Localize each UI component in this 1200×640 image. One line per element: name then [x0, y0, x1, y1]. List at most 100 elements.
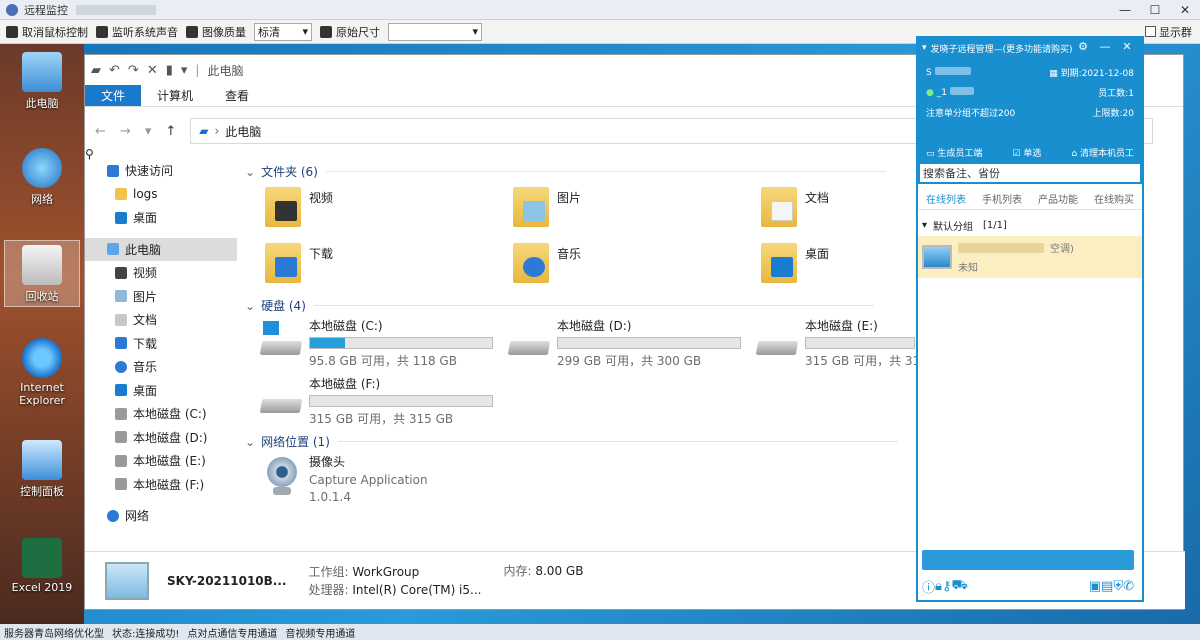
- panel-close-button[interactable]: ✕: [1116, 40, 1138, 53]
- drive-e[interactable]: 本地磁盘 (E:) 315 GB 可用，共 31: [755, 317, 920, 369]
- section-drives[interactable]: ⌄ 硬盘 (4): [245, 297, 874, 314]
- nav-videos[interactable]: 视频: [85, 261, 237, 285]
- panel-minimize-button[interactable]: —: [1094, 40, 1116, 53]
- minimize-button[interactable]: —: [1110, 0, 1140, 20]
- desktop-icon: [115, 384, 127, 397]
- content-area: ⌄ 文件夹 (6) 视频 图片 文档 下载 音乐 桌面 ⌄ 硬盘 (4) 本地磁…: [241, 155, 921, 555]
- clear-employees-button[interactable]: ⌂ 清理本机员工: [1071, 146, 1134, 159]
- drive-c[interactable]: 本地磁盘 (C:) 95.8 GB 可用，共 118 GB: [259, 317, 493, 369]
- undo-icon[interactable]: ↶: [109, 63, 120, 78]
- back-icon[interactable]: ←: [95, 124, 106, 139]
- lock-icon[interactable]: 🔒︎: [935, 579, 942, 594]
- tab-view[interactable]: 查看: [209, 85, 265, 106]
- nav-drive-d[interactable]: 本地磁盘 (D:): [85, 426, 237, 450]
- original-size-label: 原始尺寸: [320, 24, 380, 40]
- phone-icon[interactable]: ✆: [1123, 579, 1134, 594]
- show-tray-checkbox[interactable]: 显示群: [1145, 24, 1192, 40]
- drive-icon: [259, 321, 303, 355]
- navigation-pane: 快速访问 logs 桌面 此电脑 视频 图片 文档 下载 音乐 桌面 本地磁盘 …: [85, 155, 237, 555]
- network-icon: [22, 148, 62, 188]
- maximize-button[interactable]: ☐: [1140, 0, 1170, 20]
- panel-logo-icon: ▾: [922, 43, 927, 53]
- section-folders[interactable]: ⌄ 文件夹 (6): [245, 163, 886, 180]
- folder-videos[interactable]: 视频: [265, 187, 333, 227]
- nav-documents[interactable]: 文档: [85, 308, 237, 332]
- desktop-icon-recycle-bin[interactable]: 回收站: [4, 240, 80, 307]
- desktop-icon-control-panel[interactable]: 控制面板: [4, 440, 80, 499]
- nav-desktop[interactable]: 桌面: [85, 379, 237, 403]
- expire-date: 到期:2021-12-08: [1060, 68, 1134, 79]
- nav-pictures[interactable]: 图片: [85, 285, 237, 309]
- up-icon[interactable]: ↑: [165, 124, 176, 139]
- save-icon[interactable]: ▣: [1089, 579, 1101, 594]
- image-quality-select[interactable]: 标清 ▾: [254, 22, 312, 41]
- tab-online-purchase[interactable]: 在线购买: [1094, 191, 1134, 206]
- properties-icon[interactable]: ▮: [166, 63, 173, 78]
- nav-downloads[interactable]: 下载: [85, 332, 237, 356]
- release-mouse-button[interactable]: 取消鼠标控制: [6, 24, 88, 40]
- remote-window-title: 远程监控: [24, 3, 68, 17]
- info-icon[interactable]: ⓘ: [922, 577, 935, 596]
- single-select-button[interactable]: ☑ 单选: [1012, 146, 1041, 159]
- close-button[interactable]: ✕: [1170, 0, 1200, 20]
- user-name: S: [926, 66, 971, 78]
- device-row[interactable]: 空调) 未知: [918, 236, 1142, 278]
- delete-icon[interactable]: ✕: [147, 63, 158, 78]
- monitor-sound-button[interactable]: 监听系统声音: [96, 24, 178, 40]
- original-size-select[interactable]: ▾: [388, 22, 482, 41]
- folder-pictures[interactable]: 图片: [513, 187, 581, 227]
- panel-title-bar: ▾ 发晓子远程管理—(更多功能请购买) ⚙ — ✕: [918, 38, 1142, 58]
- nav-drive-c[interactable]: 本地磁盘 (C:): [85, 402, 237, 426]
- desktop-icon-ie[interactable]: Internet Explorer: [4, 338, 80, 407]
- panel-title: 发晓子远程管理—(更多功能请购买): [930, 44, 1073, 55]
- key-icon[interactable]: ⚷: [942, 579, 952, 594]
- nav-quick-access[interactable]: 快速访问: [85, 159, 237, 183]
- network-camera[interactable]: 摄像头 Capture Application 1.0.1.4: [261, 453, 428, 504]
- pc-small-icon: ▰: [91, 62, 101, 78]
- tab-mobile-list[interactable]: 手机列表: [982, 191, 1022, 206]
- nav-desktop-quick[interactable]: 桌面: [85, 206, 237, 230]
- resize-icon: [320, 25, 332, 38]
- excel-icon: [22, 538, 62, 578]
- nav-this-pc[interactable]: 此电脑: [85, 237, 237, 261]
- folder-music[interactable]: 音乐: [513, 243, 581, 283]
- folder-icon: [761, 187, 797, 227]
- folder-icon: [513, 187, 549, 227]
- customize-qa-icon[interactable]: ▾: [181, 63, 188, 78]
- nav-drive-f[interactable]: 本地磁盘 (F:): [85, 473, 237, 497]
- desktop-icon-this-pc[interactable]: 此电脑: [4, 52, 80, 111]
- drive-d[interactable]: 本地磁盘 (D:) 299 GB 可用，共 300 GB: [507, 317, 741, 369]
- folder-downloads[interactable]: 下载: [265, 243, 333, 283]
- redo-icon[interactable]: ↷: [128, 63, 139, 78]
- tab-product-features[interactable]: 产品功能: [1038, 191, 1078, 206]
- generate-client-button[interactable]: ▭ 生成员工端: [926, 146, 982, 159]
- remote-manager-panel: ▾ 发晓子远程管理—(更多功能请购买) ⚙ — ✕ S ▦ 到期:2021-12…: [916, 36, 1144, 602]
- remote-app-icon: [6, 3, 18, 16]
- nav-network[interactable]: 网络: [85, 504, 237, 528]
- section-network[interactable]: ⌄ 网络位置 (1): [245, 433, 898, 450]
- user-id: ● _1: [926, 86, 974, 98]
- nav-music[interactable]: 音乐: [85, 355, 237, 379]
- folder-icon: [115, 188, 127, 201]
- default-group[interactable]: ▾ 默认分组 [1/1]: [918, 214, 1142, 236]
- recent-icon[interactable]: ▾: [145, 124, 152, 139]
- panel-message-bar[interactable]: [922, 550, 1134, 570]
- shield-icon[interactable]: ⛨: [1113, 579, 1123, 594]
- folder-desktop[interactable]: 桌面: [761, 243, 829, 283]
- tab-online-list[interactable]: 在线列表: [926, 191, 966, 206]
- tab-computer[interactable]: 计算机: [141, 85, 209, 106]
- forward-icon[interactable]: →: [120, 124, 131, 139]
- desktop-icon-network[interactable]: 网络: [4, 148, 80, 207]
- chevron-down-icon: ⌄: [245, 434, 256, 449]
- gear-icon[interactable]: ⚙: [1072, 40, 1094, 53]
- nav-logs[interactable]: logs: [85, 183, 237, 207]
- card-icon[interactable]: ▤: [1101, 579, 1113, 594]
- desktop-icon-excel[interactable]: Excel 2019: [4, 538, 80, 594]
- cart-icon[interactable]: ⛟: [951, 578, 967, 595]
- nav-drive-e[interactable]: 本地磁盘 (E:): [85, 449, 237, 473]
- tab-file[interactable]: 文件: [85, 85, 142, 106]
- panel-search-input[interactable]: 搜索备注、省份: [918, 162, 1142, 184]
- folder-documents[interactable]: 文档: [761, 187, 829, 227]
- drive-usage-bar: [309, 337, 493, 349]
- drive-f[interactable]: 本地磁盘 (F:) 315 GB 可用，共 315 GB: [259, 375, 493, 427]
